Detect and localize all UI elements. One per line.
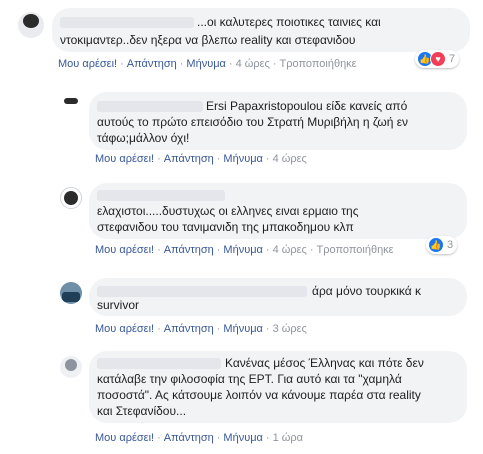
- like-link[interactable]: Μου αρέσει!: [95, 323, 154, 335]
- avatar[interactable]: [60, 282, 82, 304]
- comment-text-line: ποσοστά". Ας κάτσουμε λοιπόν να κάνουμε …: [97, 388, 421, 402]
- like-link[interactable]: Μου αρέσει!: [58, 58, 117, 70]
- comment-bubble: ελαχιστοι.....δυστυχως οι ελληνες ειναι …: [89, 183, 467, 239]
- comment-text-line: αυτούς το πρώτο επεισόδιο του Στρατή Μυρ…: [97, 115, 409, 129]
- timestamp[interactable]: 4 ώρες: [236, 58, 270, 70]
- avatar[interactable]: [60, 187, 82, 209]
- edited-label[interactable]: Τροποποιήθηκε: [317, 244, 394, 256]
- like-link[interactable]: Μου αρέσει!: [95, 153, 154, 165]
- comment-text-line: ...οι καλυτερες ποιοτικες ταινιες και: [197, 15, 381, 29]
- love-icon: ♥: [430, 51, 446, 67]
- comment-actions: Μου αρέσει! · Απάντηση · Μήνυμα · 4 ώρες · Τροπο…: [95, 244, 394, 256]
- comment-text-line: Ersi Papaxristopoulou είδε κανείς από: [206, 99, 408, 113]
- comment-actions: Μου αρέσει! · Απάντηση · Μήνυμα · 4 ώρες: [95, 153, 307, 165]
- comment-text-line: Κανένας μέσος Έλληνας και πότε δεν: [225, 356, 424, 370]
- comment-actions: Μου αρέσει! · Απάντηση · Μήνυμα · 3 ώρες: [95, 323, 307, 335]
- comment-bubble: Ersi Papaxristopoulou είδε κανείς από αυ…: [89, 92, 467, 150]
- redacted-author: [97, 190, 225, 201]
- comment-actions: Μου αρέσει! · Απάντηση · Μήνυμα · 1 ώρα: [95, 432, 303, 444]
- reactions-count: 7: [449, 53, 456, 65]
- like-link[interactable]: Μου αρέσει!: [95, 432, 154, 444]
- like-link[interactable]: Μου αρέσει!: [95, 244, 154, 256]
- timestamp[interactable]: 3 ώρες: [273, 323, 307, 335]
- redacted-author: [97, 286, 307, 297]
- comment-actions: Μου αρέσει! · Απάντηση · Μήνυμα · 4 ώρες · Τροπο…: [58, 58, 357, 70]
- reactions-count: 3: [447, 239, 454, 251]
- message-link[interactable]: Μήνυμα: [223, 432, 263, 444]
- redacted-author: [60, 17, 194, 28]
- message-link[interactable]: Μήνυμα: [223, 153, 263, 165]
- redacted-author: [97, 358, 221, 369]
- comment-text-line: ελαχιστοι.....δυστυχως οι ελληνες ειναι …: [97, 204, 359, 218]
- avatar[interactable]: [18, 12, 44, 38]
- reply-link[interactable]: Απάντηση: [164, 323, 214, 335]
- comment-bubble: Κανένας μέσος Έλληνας και πότε δεν κατάλ…: [89, 351, 467, 423]
- reply-link[interactable]: Απάντηση: [164, 244, 214, 256]
- message-link[interactable]: Μήνυμα: [223, 244, 263, 256]
- reply-link[interactable]: Απάντηση: [164, 432, 214, 444]
- comment-text-line: ντοκιμαντερ..δεν ηξερα να βλεπω reality …: [60, 33, 356, 47]
- comment-text-line: survivor: [97, 298, 140, 312]
- avatar[interactable]: [60, 356, 82, 378]
- message-link[interactable]: Μήνυμα: [186, 58, 226, 70]
- comment-text-line: στεφανιδου του τανιμανιδη της μπακοδημου…: [97, 220, 354, 234]
- reactions-summary[interactable]: 👍 3: [426, 236, 458, 254]
- timestamp[interactable]: 1 ώρα: [273, 432, 303, 444]
- timestamp[interactable]: 4 ώρες: [273, 153, 307, 165]
- reply-link[interactable]: Απάντηση: [127, 58, 177, 70]
- comment-bubble: άρα μόνο τουρκικά κ survivor: [89, 278, 467, 316]
- redacted-author: [97, 101, 203, 112]
- comment-bubble: ...οι καλυτερες ποιοτικες ταινιες και ντ…: [52, 8, 470, 52]
- reactions-summary[interactable]: 👍 ♥ 7: [415, 50, 460, 68]
- comment-text-line: και Στεφανίδου...: [97, 404, 187, 418]
- like-icon: 👍: [428, 237, 444, 253]
- reply-link[interactable]: Απάντηση: [164, 153, 214, 165]
- edited-label[interactable]: Τροποποιήθηκε: [280, 58, 357, 70]
- timestamp[interactable]: 4 ώρες: [273, 244, 307, 256]
- comment-text-line: τάφω;μάλλον όχι!: [97, 131, 190, 145]
- comment-text-line: άρα μόνο τουρκικά κ: [312, 284, 422, 298]
- comment-text-line: κατάλαβε την φιλοσοφία της ΕΡΤ. Για αυτό…: [97, 372, 402, 386]
- avatar[interactable]: [60, 96, 82, 118]
- message-link[interactable]: Μήνυμα: [223, 323, 263, 335]
